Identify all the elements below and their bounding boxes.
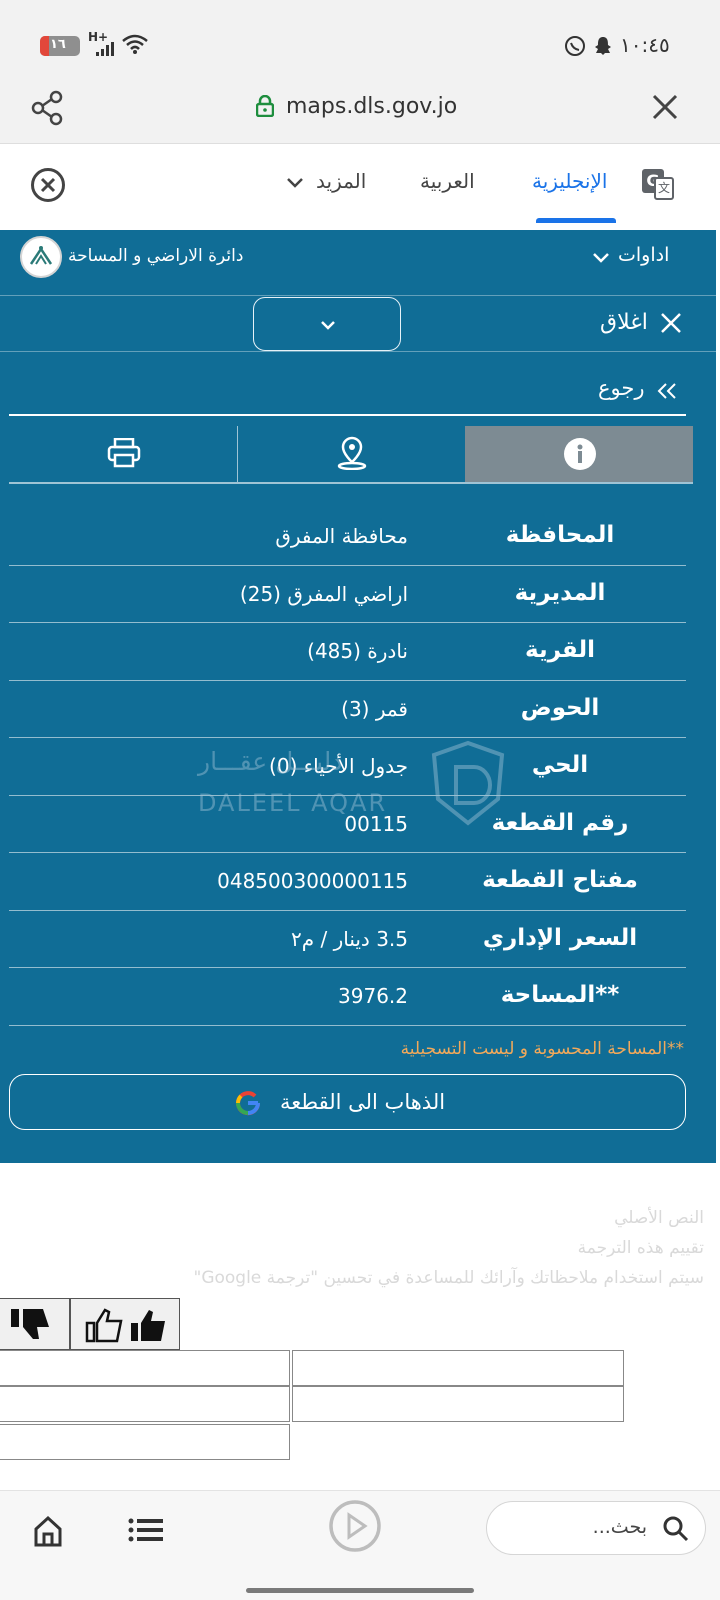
feedback-line[interactable]: تقييم هذه الترجمة xyxy=(578,1238,704,1258)
thumbs-up-icon xyxy=(131,1310,165,1341)
search-placeholder: بحث... xyxy=(592,1516,647,1538)
row-label: المحافظة xyxy=(505,522,615,548)
row-value: نادرة (485) xyxy=(307,639,408,663)
feedback-option[interactable] xyxy=(0,1350,290,1386)
org-logo xyxy=(20,236,62,278)
org-name: دائرة الاراضي و المساحة xyxy=(68,246,244,266)
tabs-bottom-border xyxy=(9,482,693,484)
bottom-nav: بحث... xyxy=(0,1490,720,1600)
double-chevron-icon xyxy=(657,383,676,399)
translate-bar: المزيد العربية الإنجليزية G 文 xyxy=(0,145,720,230)
back-underline xyxy=(9,414,686,416)
row-value: محافظة المفرق xyxy=(275,524,408,548)
site-panel: دائرة الاراضي و المساحة اداوات اغلاق رجو… xyxy=(0,230,716,1163)
google-translate-icon[interactable]: G 文 xyxy=(642,169,674,201)
feedback-option[interactable] xyxy=(0,1386,290,1422)
tab-more-label: المزيد xyxy=(316,169,367,193)
tab-info[interactable] xyxy=(465,426,693,482)
row-label: رقم القطعة xyxy=(491,810,629,836)
print-icon xyxy=(107,438,141,468)
tools-label: اداوات xyxy=(618,244,670,266)
battery-level: ١٦ xyxy=(50,37,66,52)
feedback-line: سيتم استخدام ملاحظاتك وآرائك للمساعدة في… xyxy=(193,1268,704,1288)
wifi-icon xyxy=(122,34,148,54)
close-icon[interactable] xyxy=(652,94,678,120)
thumbs-down-icon xyxy=(11,1309,49,1339)
info-icon xyxy=(564,438,596,470)
active-tab-indicator xyxy=(536,218,616,223)
row-value: 3976.2 xyxy=(338,984,408,1008)
row-label: الحي xyxy=(531,752,589,778)
status-bar: ١٦ H+ ١٠:٤٥ xyxy=(0,0,720,80)
tab-location[interactable] xyxy=(238,426,465,482)
lock-icon xyxy=(256,95,274,117)
thumbs-up-outline-icon xyxy=(85,1308,123,1343)
home-icon[interactable] xyxy=(32,1515,64,1547)
share-icon[interactable] xyxy=(30,90,66,126)
row-label: الحوض xyxy=(520,695,600,721)
close-panel-button[interactable]: اغلاق xyxy=(598,308,688,342)
feedback-line: النص الأصلي xyxy=(614,1208,704,1228)
go-to-parcel-label: الذهاب الى القطعة xyxy=(280,1090,446,1114)
search-icon xyxy=(663,1516,689,1542)
row-label: المديرية xyxy=(514,580,606,606)
map-pin-icon xyxy=(337,436,367,470)
go-to-parcel-button[interactable]: الذهاب الى القطعة xyxy=(9,1074,686,1130)
chevron-down-icon xyxy=(287,178,303,188)
row-value: 00115 xyxy=(344,812,408,836)
row-value: جدول الأحياء (0) xyxy=(269,754,408,778)
play-icon[interactable] xyxy=(328,1499,382,1553)
row-label: السعر الإداري xyxy=(482,925,638,951)
close-translate-icon[interactable] xyxy=(30,167,66,203)
google-icon xyxy=(236,1091,261,1116)
gesture-bar xyxy=(246,1588,474,1593)
feedback-option[interactable] xyxy=(292,1386,624,1422)
footnote: **المساحة المحسوبة و ليست التسجيلية xyxy=(400,1039,684,1059)
row-label: مفتاح القطعة xyxy=(482,867,638,893)
back-button[interactable]: رجوع xyxy=(596,376,680,406)
tab-print[interactable] xyxy=(9,426,237,482)
whatsapp-icon xyxy=(565,36,585,56)
chevron-down-icon xyxy=(593,253,609,263)
feedback-option[interactable] xyxy=(292,1350,624,1386)
back-label: رجوع xyxy=(598,376,645,400)
search-box[interactable]: بحث... xyxy=(486,1501,706,1555)
tools-menu[interactable]: اداوات xyxy=(590,244,680,274)
signal-icon xyxy=(96,42,114,56)
browser-url-bar: maps.dls.gov.jo xyxy=(0,80,720,144)
close-icon xyxy=(661,313,681,333)
chevron-down-icon xyxy=(321,321,335,330)
row-label: القرية xyxy=(525,637,595,663)
row-value: اراضي المفرق (25) xyxy=(239,582,408,606)
row-value: 3.5 دينار / م٢ xyxy=(290,927,408,951)
feedback-option[interactable] xyxy=(0,1424,290,1460)
panel-dropdown[interactable] xyxy=(253,297,401,351)
thumbs-down-button[interactable] xyxy=(0,1298,70,1350)
row-value: قمر (3) xyxy=(341,697,408,721)
battery-icon: ١٦ xyxy=(40,36,80,56)
list-icon[interactable] xyxy=(128,1517,164,1543)
row-value: 048500300000115 xyxy=(217,869,408,893)
tab-english[interactable]: الإنجليزية xyxy=(532,169,607,193)
close-panel-label: اغلاق xyxy=(600,310,648,335)
url-text[interactable]: maps.dls.gov.jo xyxy=(286,94,457,119)
thumbs-up-button[interactable] xyxy=(70,1298,180,1350)
snapchat-icon xyxy=(595,37,611,55)
row-label: **المساحة xyxy=(500,982,620,1008)
clock: ١٠:٤٥ xyxy=(620,33,670,57)
tab-more[interactable]: المزيد xyxy=(284,169,374,199)
tab-arabic[interactable]: العربية xyxy=(420,169,475,193)
